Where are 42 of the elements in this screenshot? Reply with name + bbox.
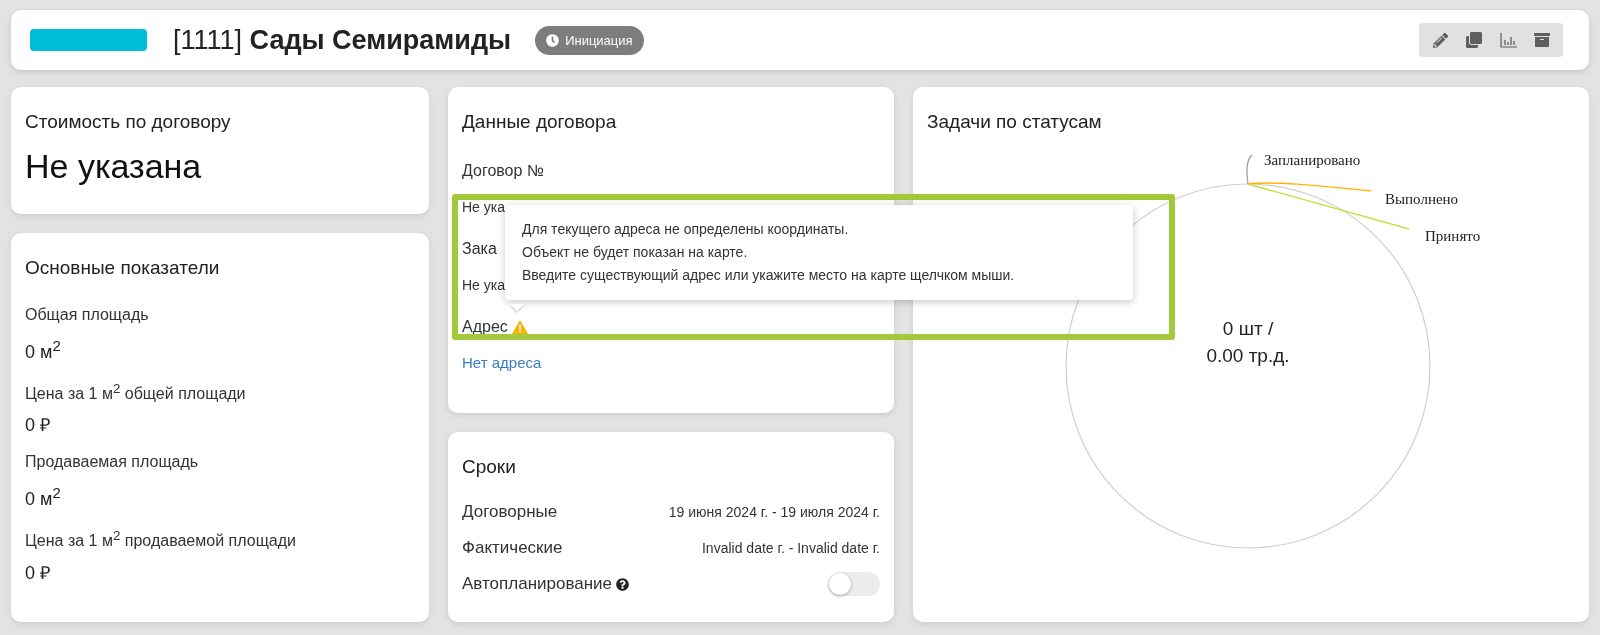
field-value: Не ука [462,276,505,294]
term-label: Договорные [462,502,558,522]
field-value: 0 м$^{2}$ [25,483,62,511]
project-title: [1111] Сады Семирамиды [173,24,512,56]
status-text: Инициация [565,32,633,48]
field-label: Цена за 1 м$^{2}$ продаваемой площади [25,527,296,552]
autoplan-toggle[interactable] [828,572,880,596]
chart-label: Принято [1425,228,1481,244]
autoplan-label: Автопланирование [462,574,613,594]
field-label: Договор № [462,161,545,181]
field-label: Цена за 1 м$^{2}$ общей площади [25,380,246,405]
term-dates: 19 июня 2024 г. - 19 июля 2024 г. [668,504,880,520]
chart-total: 0 шт / [1222,318,1274,339]
field-value: Не ука [462,198,505,216]
tooltip-text: Объект не будет показан на карте. [522,243,749,262]
field-label: Общая площадь [25,305,149,325]
card-title: Стоимость по договору [25,111,232,133]
chart-total: 0.00 тр.д. [1206,345,1290,366]
copy-icon [1466,32,1482,48]
cost-value: Не указана [25,147,203,186]
card-title: Задачи по статусам [927,111,1103,133]
term-dates: Invalid date г. - Invalid date г. [702,540,880,556]
address-link[interactable]: Нет адреса [462,354,542,371]
field-value: 0 ₽ [25,414,51,437]
card-title: Основные показатели [25,257,221,279]
field-label: Зака [462,239,497,259]
clock-icon [546,33,560,47]
field-value: 0 ₽ [25,561,51,584]
field-label: Продаваемая площадь [25,452,199,473]
term-label: Фактические [462,538,563,558]
chart-label: Выполнено [1385,191,1459,207]
help-icon [616,577,630,591]
field-value: 0 м$^{2}$ [25,336,62,363]
pencil-icon [1432,32,1448,48]
card-title: Данные договора [462,111,618,133]
tooltip-text: Для текущего адреса не определены координаты. [522,220,850,239]
tooltip-text: Введите существующий адрес или укажите место на карте щелчком мыши. [522,266,1016,285]
card-title: Сроки [462,456,517,478]
chart-label: Запланировано [1264,152,1361,168]
field-label: Адрес [462,317,508,337]
bar-chart-icon [1499,32,1517,48]
archive-icon [1534,32,1550,48]
